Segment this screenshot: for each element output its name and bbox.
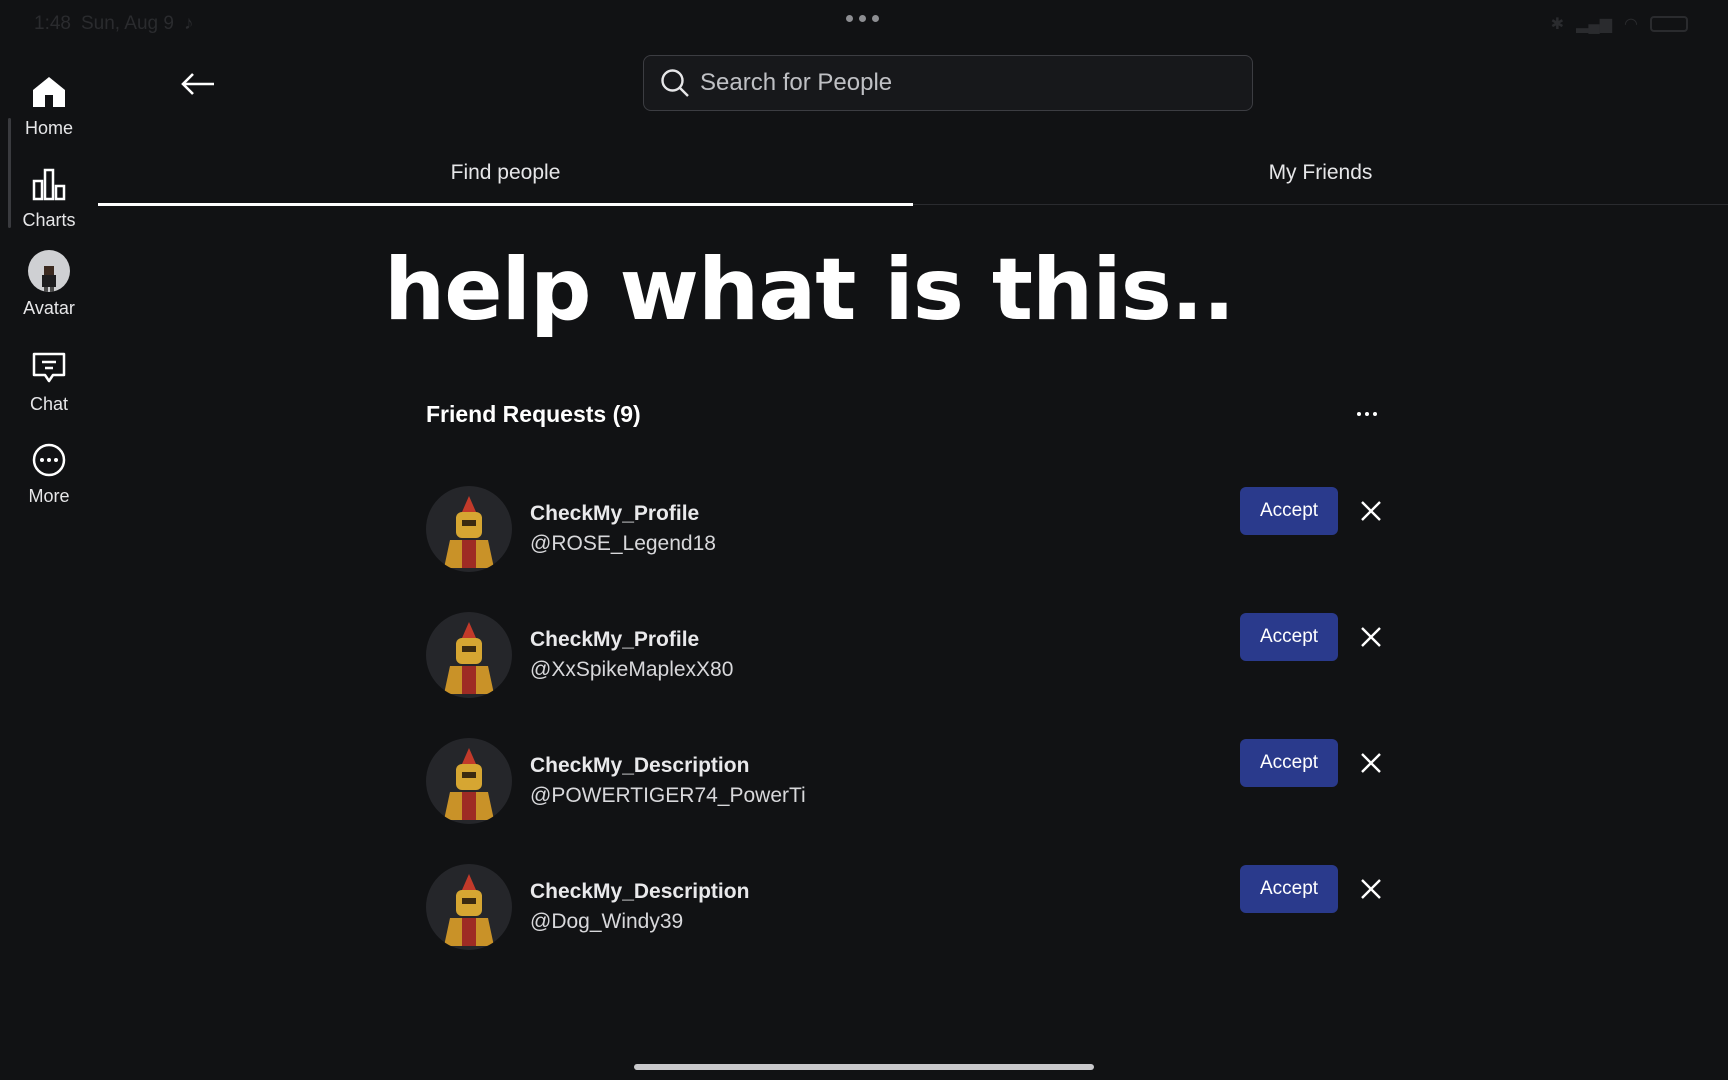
decline-button[interactable] xyxy=(1354,620,1382,654)
friend-requests-title: Friend Requests (9) xyxy=(426,400,641,427)
user-avatar xyxy=(426,738,512,824)
request-display-name: CheckMy_Description xyxy=(530,754,750,777)
decline-button[interactable] xyxy=(1354,746,1382,780)
request-display-name: CheckMy_Profile xyxy=(530,628,700,651)
battery-icon xyxy=(1650,16,1688,32)
accept-button[interactable]: Accept xyxy=(1240,487,1338,535)
multitask-dots-icon[interactable] xyxy=(846,15,879,22)
arrow-left-icon xyxy=(181,73,214,95)
more-icon xyxy=(29,440,69,480)
avatar-thumbnail xyxy=(28,250,70,292)
close-icon xyxy=(1361,627,1381,647)
decline-button[interactable] xyxy=(1354,494,1382,528)
sidebar-item-label: Home xyxy=(24,118,73,138)
sidebar-item-label: More xyxy=(28,486,70,506)
accept-button[interactable]: Accept xyxy=(1240,613,1338,661)
tab-bar: Find people My Friends xyxy=(98,140,1728,206)
status-date: Sun, Aug 9 xyxy=(80,13,174,34)
signal-icon: ▂▄▆ xyxy=(1576,16,1613,33)
search-input[interactable] xyxy=(700,69,1240,97)
sidebar-item-label: Chat xyxy=(29,394,69,414)
close-icon xyxy=(1361,501,1381,521)
close-icon xyxy=(1361,753,1381,773)
home-indicator[interactable] xyxy=(634,1064,1094,1070)
tab-label: Find people xyxy=(450,160,561,184)
sidebar-item-label: Avatar xyxy=(23,298,75,318)
bluetooth-icon: ✱ xyxy=(1550,16,1565,33)
request-display-name: CheckMy_Profile xyxy=(530,502,700,525)
search-icon xyxy=(661,69,689,97)
tab-find-people[interactable]: Find people xyxy=(98,140,913,205)
user-avatar xyxy=(426,486,512,572)
status-time: 1:48 xyxy=(34,13,71,34)
status-bar: 1:48 Sun, Aug 9 ♪ ✱ ▂▄▆ ◠ xyxy=(0,0,1728,46)
tab-label: My Friends xyxy=(1268,160,1373,184)
charts-icon xyxy=(29,164,69,204)
accept-button[interactable]: Accept xyxy=(1240,865,1338,913)
friend-request-row[interactable]: CheckMy_Description @POWERTIGER74_PowerT… xyxy=(426,718,1382,844)
sidebar-item-label: Charts xyxy=(22,210,76,230)
request-display-name: CheckMy_Description xyxy=(530,880,750,903)
request-username: @Dog_Windy39 xyxy=(530,910,684,933)
screen: 1:48 Sun, Aug 9 ♪ ✱ ▂▄▆ ◠ Home Charts Av… xyxy=(0,0,1728,1080)
sidebar-item-more[interactable]: More xyxy=(0,440,98,507)
request-username: @ROSE_Legend18 xyxy=(530,532,716,555)
search-box[interactable] xyxy=(643,55,1253,111)
status-right: ✱ ▂▄▆ ◠ xyxy=(1551,14,1688,34)
status-left: 1:48 Sun, Aug 9 ♪ xyxy=(34,13,193,35)
ellipsis-icon[interactable] xyxy=(1352,404,1382,424)
sidebar-item-charts[interactable]: Charts xyxy=(0,164,98,231)
user-avatar xyxy=(426,864,512,950)
active-tab-indicator xyxy=(98,203,913,206)
sidebar-item-avatar[interactable]: Avatar xyxy=(0,250,98,319)
close-icon xyxy=(1361,879,1381,899)
request-username: @XxSpikeMaplexX80 xyxy=(530,658,734,681)
friend-requests-header: Friend Requests (9) xyxy=(426,398,1382,430)
chat-icon xyxy=(29,348,69,388)
friend-request-list: CheckMy_Profile @ROSE_Legend18 Accept Ch… xyxy=(426,466,1382,981)
back-button[interactable] xyxy=(178,66,218,102)
friend-request-row[interactable]: CheckMy_Profile @XxSpikeMaplexX80 Accept xyxy=(426,592,1382,718)
accept-button[interactable]: Accept xyxy=(1240,739,1338,787)
sidebar-item-home[interactable]: Home xyxy=(0,72,98,139)
home-icon xyxy=(29,72,69,112)
tab-my-friends[interactable]: My Friends xyxy=(913,140,1728,205)
overlay-caption: help what is this.. xyxy=(384,240,1235,340)
wifi-icon: ◠ xyxy=(1624,16,1638,33)
user-avatar xyxy=(426,612,512,698)
sidebar-item-chat[interactable]: Chat xyxy=(0,348,98,415)
friend-request-row-partial[interactable] xyxy=(426,970,1382,981)
tiktok-icon: ♪ xyxy=(183,13,194,34)
request-username: @POWERTIGER74_PowerTi xyxy=(530,784,806,807)
decline-button[interactable] xyxy=(1354,872,1382,906)
friend-request-row[interactable]: CheckMy_Profile @ROSE_Legend18 Accept xyxy=(426,466,1382,592)
friend-request-row[interactable]: CheckMy_Description @Dog_Windy39 Accept xyxy=(426,844,1382,970)
